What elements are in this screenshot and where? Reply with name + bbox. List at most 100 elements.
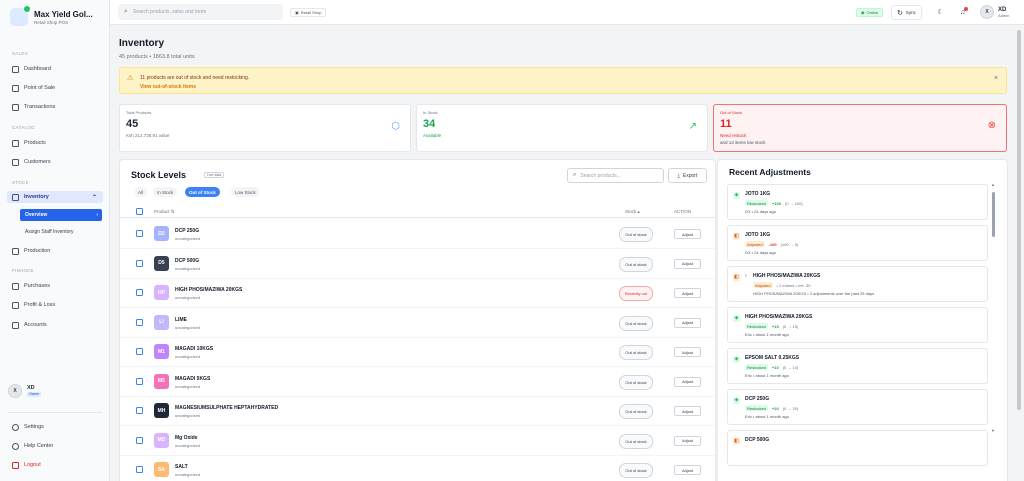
adjust-button[interactable]: Adjust <box>674 406 701 416</box>
row-checkbox[interactable] <box>136 466 143 473</box>
cube-icon: ⬡ <box>391 121 400 132</box>
adjustment-item[interactable]: ◈ HIGH PHOS/MAZIWA 20KGS Restocked +15 (0 → … <box>727 307 988 343</box>
adjustment-product-name: DCP 250G <box>745 396 770 402</box>
page-subtitle: 45 products • 1863.8 total units <box>119 54 195 60</box>
product-name[interactable]: SALT <box>175 464 188 470</box>
sidebar-item-products[interactable]: Products <box>12 137 104 149</box>
stock-status-badge: Recently out <box>619 286 653 301</box>
bell-icon[interactable]: ♫ <box>958 7 968 17</box>
product-name[interactable]: DCP 500G <box>175 258 199 264</box>
scroll-thumb[interactable] <box>991 192 995 237</box>
stat-note: Ksh 212,735.91 value <box>126 133 170 138</box>
row-checkbox[interactable] <box>136 348 143 355</box>
row-checkbox[interactable] <box>136 289 143 296</box>
sidebar-item-accounts[interactable]: Accounts <box>12 319 104 331</box>
product-search-input[interactable]: ⌕ Search products... <box>567 168 664 183</box>
adjustment-item[interactable]: ◧ DCP 500G <box>727 430 988 466</box>
select-all-checkbox[interactable] <box>136 208 143 215</box>
sidebar-item-logout[interactable]: Logout <box>12 459 104 471</box>
filter-low-stock[interactable]: Low Stock <box>231 187 260 197</box>
adjust-button[interactable]: Adjust <box>674 376 701 387</box>
adjustment-delta: -100 <box>768 241 777 247</box>
restock-icon: ◈ <box>733 356 740 363</box>
sidebar-item-purchases[interactable]: Purchases <box>12 280 104 292</box>
sidebar-user-card[interactable]: X XD Owner <box>8 384 102 398</box>
filter-out-of-stock[interactable]: Out of Stock <box>185 187 220 197</box>
product-name[interactable]: MAGADI 10KGS <box>175 346 213 352</box>
table-row[interactable]: LI LIME uncategorized Out of stock Adjust <box>120 308 715 338</box>
table-row[interactable]: HP HIGH PHOS/MAZIWA 20KGS uncategorized Rec… <box>120 278 715 308</box>
sidebar-item-settings[interactable]: Settings <box>12 421 104 433</box>
export-button[interactable]: ⤓ Export <box>668 168 707 183</box>
row-checkbox[interactable] <box>136 318 143 326</box>
adjust-button[interactable]: Adjust <box>674 258 701 269</box>
table-row[interactable]: SA SALT uncategorized Out of stock Adjust <box>120 455 715 481</box>
product-name[interactable]: MAGNESIUMSULPHATE HEPTAHYDRATED <box>175 405 278 411</box>
adjustment-item[interactable]: ◈ DCP 250G Restocked +20 (0 → 20) Eric • abou… <box>727 389 988 425</box>
scroll-up-icon[interactable]: ▲ <box>991 182 995 187</box>
filter-in-stock[interactable]: In Stock <box>153 187 178 197</box>
sidebar-subitem-overview[interactable]: Overview › <box>20 209 102 221</box>
page-scrollbar[interactable] <box>1016 25 1022 481</box>
sidebar-item-inventory[interactable]: Inventory ⌃ <box>7 191 103 203</box>
brand[interactable]: Max Yield Gol... Retail Shop POS <box>10 6 93 26</box>
sidebar-item-production[interactable]: Production <box>12 245 104 257</box>
adjustment-item[interactable]: ◈ JOTO 1KG Restocked +100 (0 → 100) DX • 24 d… <box>727 184 988 220</box>
close-icon[interactable]: × <box>994 75 998 82</box>
table-row[interactable]: MH MAGNESIUMSULPHATE HEPTAHYDRATED uncateg… <box>120 396 715 426</box>
theme-toggle-icon[interactable]: ☾ <box>936 8 945 17</box>
restock-icon: ◈ <box>733 397 740 404</box>
scroll-down-icon[interactable]: ▼ <box>991 428 995 433</box>
column-header-product[interactable]: Product ⇅ <box>154 209 175 215</box>
global-search-input[interactable]: ⌕ Search products, sales and more <box>118 4 283 20</box>
table-row[interactable]: D5 DCP 500G uncategorized Out of stock Adjus… <box>120 249 715 279</box>
product-name[interactable]: LIME <box>175 317 187 323</box>
chevron-right-icon[interactable]: › <box>745 273 747 279</box>
row-checkbox[interactable] <box>136 377 143 385</box>
view-out-of-stock-link[interactable]: View out-of-stock items <box>140 84 196 90</box>
product-name[interactable]: Mg Oxide <box>175 435 198 441</box>
row-checkbox[interactable] <box>136 436 143 444</box>
adjust-button[interactable]: Adjust <box>674 435 701 446</box>
adjustments-scrollbar[interactable]: ▲ ▼ <box>991 182 995 433</box>
row-checkbox[interactable] <box>136 230 143 237</box>
table-row[interactable]: D2 DCP 250G uncategorized Out of stock Adjus… <box>120 219 715 249</box>
table-row[interactable]: M1 MAGADI 10KGS uncategorized Out of stock A… <box>120 337 715 367</box>
adjust-button[interactable]: Adjust <box>674 229 701 239</box>
product-name[interactable]: DCP 250G <box>175 228 199 234</box>
sidebar-subitem-assign-staff[interactable]: Assign Staff Inventory <box>20 226 102 238</box>
shop-selector[interactable]: ▣ Retail Shop <box>290 8 327 17</box>
stat-value: 45 <box>126 118 139 130</box>
user-menu[interactable]: X XD Admin <box>980 5 1009 19</box>
adjustment-item[interactable]: ◧ JOTO 1KG Adjusted -100 (100 → 0) DX • 24 da… <box>727 225 988 261</box>
row-checkbox[interactable] <box>136 407 143 414</box>
sidebar-item-point-of-sale[interactable]: Point of Sale <box>12 82 104 94</box>
sidebar-item-customers[interactable]: Customers <box>12 156 104 168</box>
sidebar-item-dashboard[interactable]: Dashboard <box>12 63 104 75</box>
adjustment-range: (0 → 100) <box>784 200 803 206</box>
adjustment-item[interactable]: ◈ EPSOM SALT 0.25KGS Restocked +10 (0 → 10) E… <box>727 348 988 384</box>
product-thumbnail: HP <box>154 285 169 300</box>
table-row[interactable]: M5 MAGADI 5KGS uncategorized Out of stock Ad… <box>120 367 715 397</box>
sidebar-item-label: Help Center <box>24 443 54 449</box>
row-checkbox[interactable] <box>136 259 143 267</box>
table-row[interactable]: MO Mg Oxide uncategorized Out of stock Adjus… <box>120 426 715 456</box>
adjust-button[interactable]: Adjust <box>674 347 701 357</box>
column-header-stock[interactable]: Stock ▴ <box>625 209 640 215</box>
sidebar-item-help[interactable]: Help Center <box>12 440 104 452</box>
sync-button[interactable]: ↻ Sync <box>891 5 922 20</box>
sidebar-item-profit-loss[interactable]: Profit & Loss <box>12 299 104 311</box>
stat-card-out-of-stock[interactable]: Out of Stock 11 Need restock and 13 item… <box>713 104 1007 152</box>
app-name: Max Yield Gol... <box>34 9 93 19</box>
adjustment-item[interactable]: ◧ › HIGH PHOS/MAZIWA 20KGS Adjusted • 2 entr… <box>727 266 988 302</box>
product-name[interactable]: MAGADI 5KGS <box>175 376 210 382</box>
adjust-button[interactable]: Adjust <box>674 317 701 328</box>
product-name[interactable]: HIGH PHOS/MAZIWA 20KGS <box>175 287 242 293</box>
adjustment-type-badge: Restocked <box>745 364 768 370</box>
sidebar-item-transactions[interactable]: Transactions <box>12 101 104 113</box>
adjustment-detail: Restocked +20 (0 → 20) <box>745 405 798 411</box>
filter-all[interactable]: All <box>134 187 148 197</box>
adjust-button[interactable]: Adjust <box>674 288 701 298</box>
page-scroll-thumb[interactable] <box>1017 30 1021 410</box>
adjust-button[interactable]: Adjust <box>674 465 701 475</box>
